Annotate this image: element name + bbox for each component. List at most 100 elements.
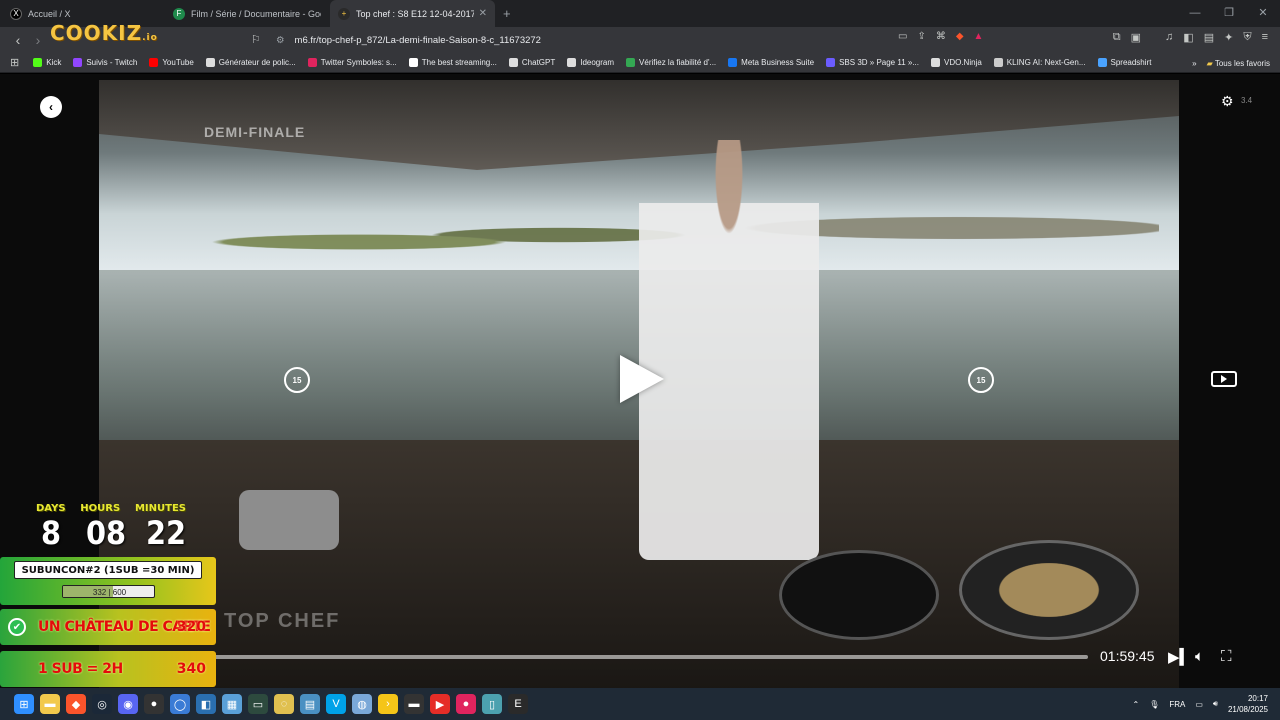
bookmark-item[interactable]: Générateur de polic...	[205, 58, 296, 67]
bookmark-item[interactable]: Meta Business Suite	[728, 58, 814, 67]
vpn-icon[interactable]: ⛨	[1243, 31, 1251, 44]
sheets-icon: F	[173, 7, 185, 20]
minutes-label: MINUTES	[134, 503, 186, 514]
forward-nav-icon[interactable]: ›	[28, 32, 48, 48]
picture-in-picture-button[interactable]	[1211, 371, 1237, 387]
bookmark-item[interactable]: YouTube	[149, 58, 194, 67]
app-arrow-icon[interactable]: ›	[378, 694, 398, 714]
sub-goal-widget: SUBUNCON#2 (1SUB =30 MIN) 332 | 600	[0, 557, 216, 605]
forward-15-button[interactable]: 15	[968, 367, 994, 393]
site-info-icon[interactable]: ⚙	[276, 35, 285, 46]
bookmark-item[interactable]: Ideogram	[567, 58, 614, 67]
clock[interactable]: 20:17 21/08/2025	[1228, 693, 1268, 715]
extension-icon[interactable]: ▣	[1131, 31, 1141, 44]
app-terminal-icon[interactable]: ▭	[248, 694, 268, 714]
discord-icon[interactable]: ◉	[118, 694, 138, 714]
bookmark-item[interactable]: KLING AI: Next-Gen...	[993, 58, 1086, 67]
minimize-icon[interactable]: —	[1178, 0, 1212, 27]
app-cmd-icon[interactable]: ▬	[404, 694, 424, 714]
brave-shield-icon[interactable]: ◆	[956, 31, 964, 42]
all-bookmarks-folder[interactable]: ▰ Tous les favoris	[1207, 59, 1270, 68]
days-value: 8	[40, 514, 62, 552]
tab-title: Accueil / X	[28, 8, 71, 19]
cast-icon[interactable]: ▭	[898, 31, 907, 42]
file-explorer-icon[interactable]: ▬	[40, 694, 60, 714]
bookmark-item[interactable]: ChatGPT	[508, 58, 555, 67]
app-photo-icon[interactable]: ▦	[222, 694, 242, 714]
app-circle-icon[interactable]: ◍	[352, 694, 372, 714]
bookmark-item[interactable]: The best streaming...	[408, 58, 497, 67]
microphone-icon[interactable]: 🎙︎	[1149, 700, 1159, 709]
app-v-icon[interactable]: V	[326, 694, 346, 714]
next-episode-icon[interactable]: ▶▍	[1168, 648, 1191, 666]
bookmark-item[interactable]: Twitter Symboles: s...	[307, 58, 397, 67]
app-square-icon[interactable]: ◧	[196, 694, 216, 714]
bookmark-favicon-icon	[1097, 58, 1107, 67]
bookmark-item[interactable]: VDO.Ninja	[931, 58, 982, 67]
leo-ai-icon[interactable]: ✦	[1224, 31, 1233, 44]
bookmark-favicon-icon	[205, 58, 215, 67]
close-window-icon[interactable]: ✕	[1246, 0, 1280, 27]
app-red-icon[interactable]: ●	[456, 694, 476, 714]
bookmark-favicon-icon	[626, 58, 636, 67]
back-arrow-button[interactable]: ‹	[40, 96, 62, 118]
brave-rewards-icon[interactable]: ▲	[974, 31, 984, 42]
goal-value: 320	[176, 619, 206, 635]
video-pan	[959, 540, 1139, 640]
play-button[interactable]	[620, 355, 664, 403]
restore-icon[interactable]: ❐	[1212, 0, 1246, 27]
apps-grid-icon[interactable]: ⊞	[10, 56, 19, 69]
back-nav-icon[interactable]: ‹	[8, 32, 28, 48]
app-doc-icon[interactable]: ▯	[482, 694, 502, 714]
windows-start-icon[interactable]: ⊞	[14, 694, 34, 714]
speaker-icon[interactable]: 🔊︎	[1213, 699, 1218, 709]
watermark-demi-finale: DEMI-FINALE	[204, 124, 306, 140]
bookmark-item[interactable]: Suivis - Twitch	[73, 58, 137, 67]
translate-icon[interactable]: ⌘	[936, 31, 946, 42]
bookmark-favicon-icon	[149, 58, 159, 67]
app-youtube-icon[interactable]: ▶	[430, 694, 450, 714]
display-icon[interactable]: ▭	[1195, 700, 1203, 709]
tray-overflow-icon[interactable]: ⌃	[1132, 700, 1139, 709]
rewind-15-button[interactable]: 15	[284, 367, 310, 393]
sub-goal-count: 332 | 600	[92, 588, 127, 597]
bookmark-favicon-icon	[73, 58, 83, 67]
bookmark-item[interactable]: SBS 3D » Page 11 »...	[826, 58, 919, 67]
brave-browser-icon[interactable]: ◆	[66, 694, 86, 714]
share-icon[interactable]: ⇪	[917, 31, 925, 42]
language-indicator[interactable]: FRA	[1169, 700, 1185, 709]
sidebar-icon[interactable]: ◧	[1183, 31, 1193, 44]
epic-games-icon[interactable]: E	[508, 694, 528, 714]
menu-icon[interactable]: ≡	[1262, 31, 1268, 44]
fullscreen-icon[interactable]: ⛶	[1221, 648, 1232, 665]
new-tab-button[interactable]: +	[503, 6, 511, 21]
bookmark-item[interactable]: Kick	[33, 58, 61, 67]
bookmark-item[interactable]: Vérifiez la fiabilité d'...	[626, 58, 716, 67]
app-blue-icon[interactable]: ◯	[170, 694, 190, 714]
bookmark-favicon-icon	[567, 58, 577, 67]
tab-title: Film / Série / Documentaire - Google	[191, 8, 321, 19]
check-icon: ✔	[8, 618, 26, 636]
obs-icon[interactable]: ●	[144, 694, 164, 714]
close-tab-icon[interactable]: ✕	[479, 8, 487, 19]
progress-bar[interactable]	[213, 655, 1088, 659]
wallet-icon[interactable]: ▤	[1204, 31, 1214, 44]
extension-puzzle-icon[interactable]: ⧉	[1113, 31, 1121, 44]
more-bookmarks-icon[interactable]: »	[1192, 59, 1196, 68]
system-tray: ⌃ 🎙︎ FRA ▭ 🔊︎ 20:17 21/08/2025	[1132, 688, 1268, 720]
app-gallery-icon[interactable]: ▤	[300, 694, 320, 714]
bookmark-favicon-icon	[408, 58, 418, 67]
music-icon[interactable]: ♫	[1165, 31, 1173, 44]
steam-icon[interactable]: ◎	[92, 694, 112, 714]
tab-google[interactable]: F Film / Série / Documentaire - Google	[165, 0, 330, 27]
bookmark-item[interactable]: Spreadshirt	[1097, 58, 1151, 67]
bookmark-favicon-icon	[508, 58, 518, 67]
tab-topchef[interactable]: + Top chef : S8 E12 12-04-2017- M ✕	[330, 0, 495, 27]
goal-row-1: ✔ UN CHÂTEAU DE CARTE 320	[0, 609, 216, 645]
days-label: DAYS	[36, 503, 66, 514]
countdown-labels: DAYS HOURS MINUTES	[36, 503, 186, 514]
app-ring-icon[interactable]: ◌	[274, 694, 294, 714]
url-field[interactable]: ⚙ m6.fr/top-chef-p_872/La-demi-finale-Sa…	[256, 31, 541, 49]
settings-gear-icon[interactable]: ⚙	[1221, 93, 1234, 110]
volume-icon[interactable]: 🔈︎	[1195, 648, 1204, 665]
